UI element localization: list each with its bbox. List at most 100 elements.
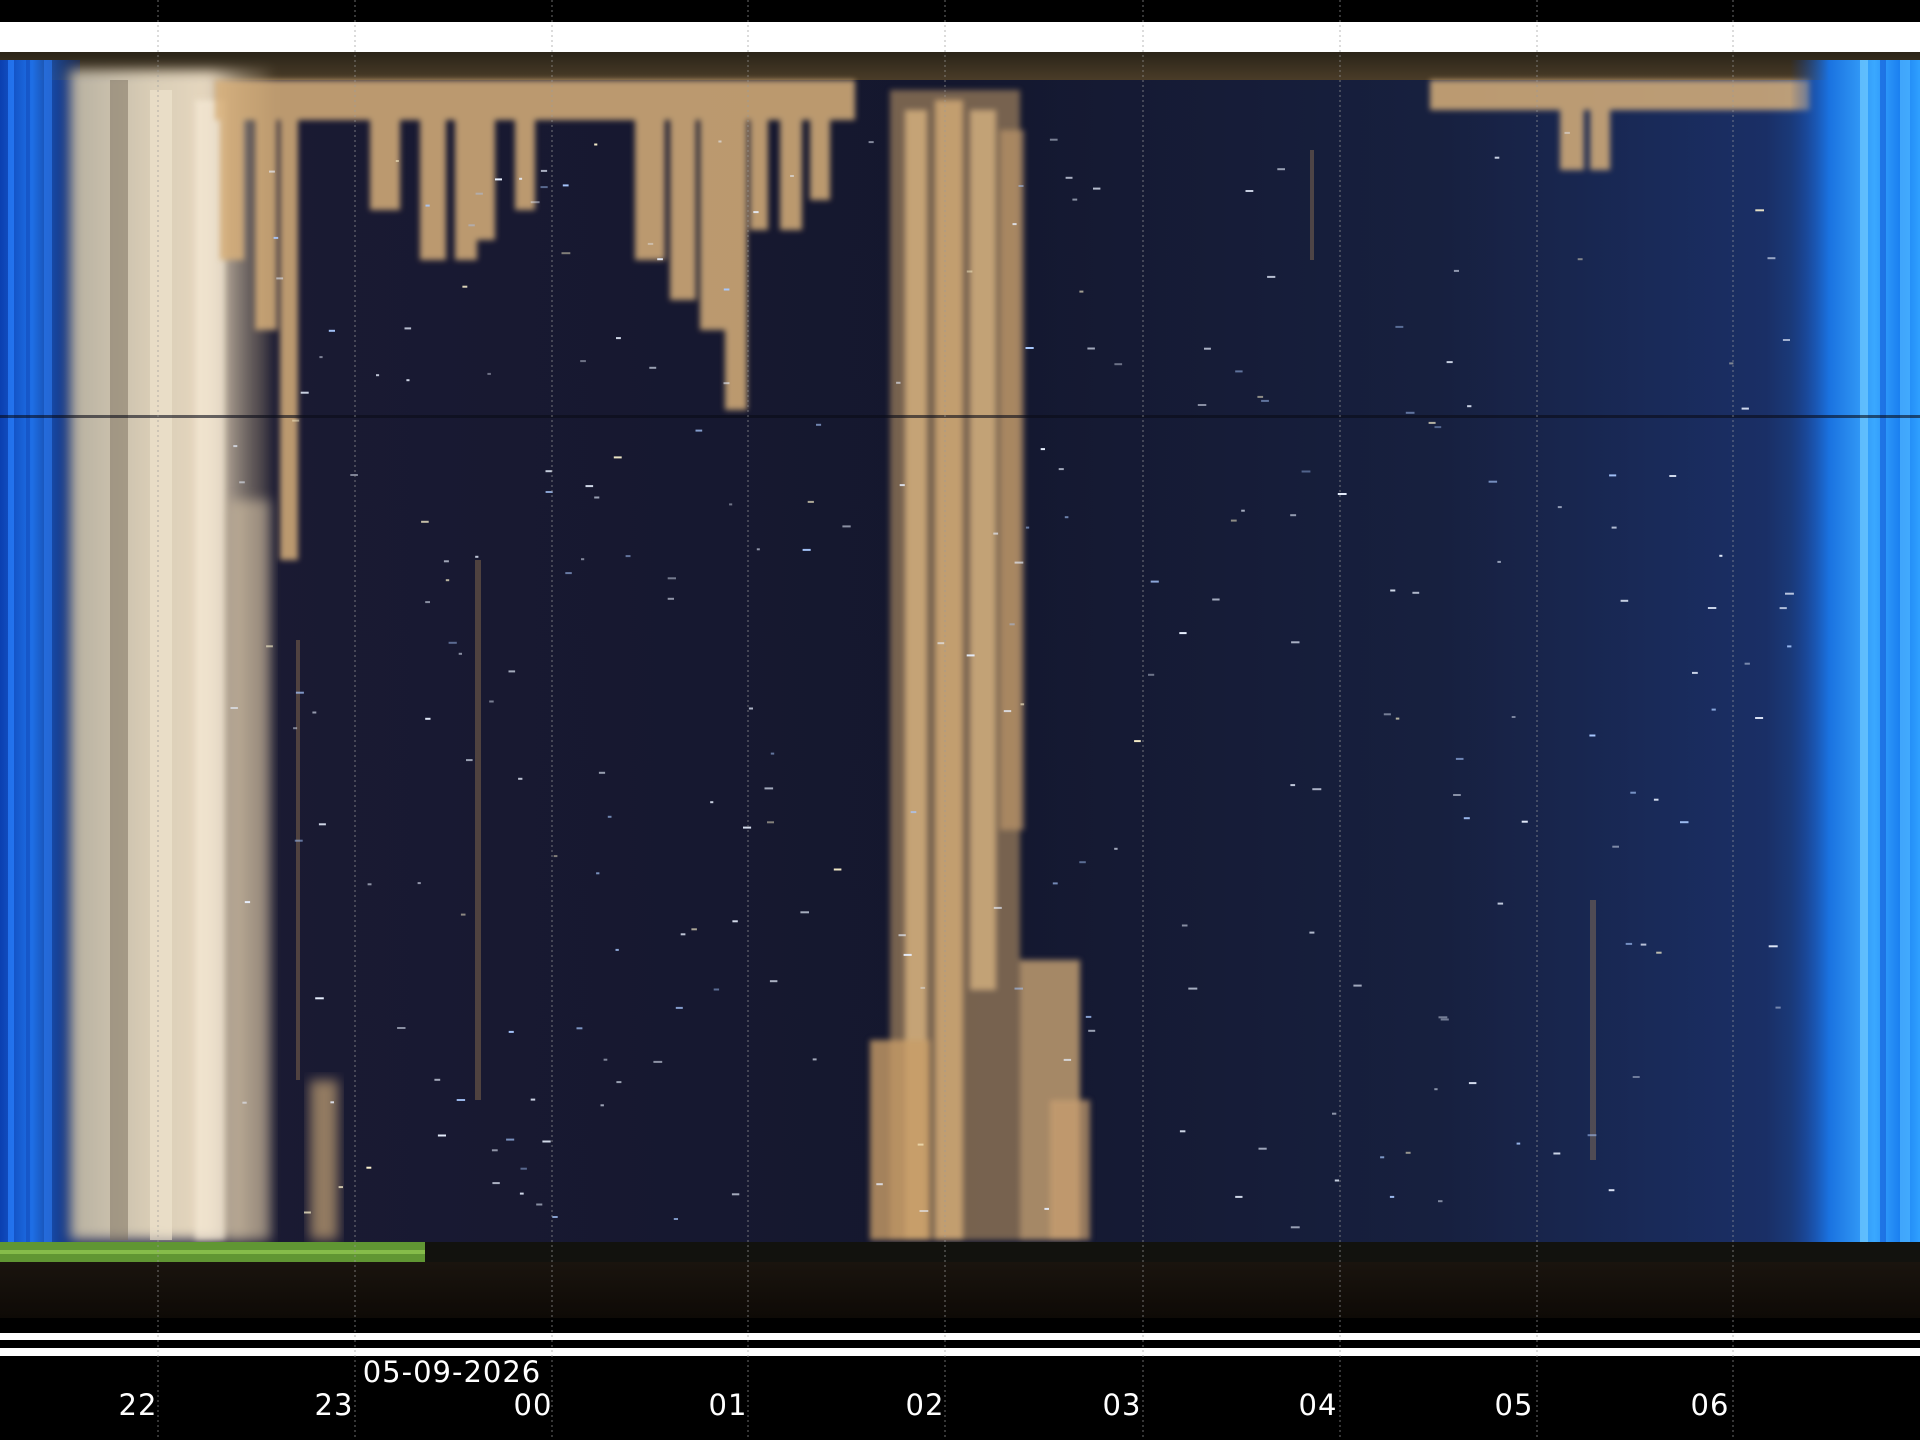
- star: [1680, 821, 1689, 824]
- star: [691, 928, 697, 931]
- star: [1521, 820, 1528, 823]
- hour-label-23: 23: [314, 1388, 354, 1422]
- star: [295, 691, 304, 694]
- star: [545, 470, 552, 473]
- star: [1025, 347, 1034, 349]
- star: [842, 525, 851, 528]
- star: [273, 236, 279, 239]
- star: [710, 801, 714, 804]
- star: [667, 597, 674, 600]
- star: [1072, 198, 1078, 201]
- star: [1179, 1130, 1186, 1133]
- hour-label-03: 03: [1102, 1388, 1142, 1422]
- star: [1079, 290, 1084, 293]
- star: [312, 711, 317, 714]
- star: [1405, 1151, 1411, 1154]
- star: [300, 391, 309, 394]
- star: [230, 707, 238, 709]
- star: [1258, 1147, 1267, 1150]
- star: [445, 579, 450, 582]
- star: [1488, 480, 1498, 483]
- star: [1150, 580, 1159, 583]
- star: [718, 140, 722, 143]
- star: [468, 224, 475, 227]
- star: [425, 717, 431, 720]
- star: [876, 1183, 883, 1186]
- star: [920, 986, 926, 989]
- star: [1025, 526, 1030, 529]
- star: [1197, 404, 1207, 406]
- star: [244, 901, 251, 904]
- star: [647, 242, 654, 245]
- star: [242, 1101, 247, 1104]
- star: [330, 1101, 334, 1104]
- star: [1440, 1018, 1449, 1021]
- star: [625, 555, 631, 558]
- hour-label-04: 04: [1298, 1388, 1338, 1422]
- star: [1049, 138, 1058, 141]
- star: [1245, 190, 1254, 192]
- star: [443, 560, 449, 563]
- star: [406, 379, 410, 382]
- star: [1412, 591, 1420, 594]
- star: [1463, 817, 1470, 820]
- star: [462, 285, 468, 288]
- star: [506, 1138, 515, 1141]
- star: [1230, 519, 1237, 522]
- star: [1494, 156, 1500, 159]
- star: [767, 821, 774, 824]
- star: [1497, 902, 1504, 905]
- star: [530, 1098, 536, 1101]
- star: [594, 143, 598, 146]
- star: [615, 948, 619, 951]
- star: [657, 258, 663, 261]
- star: [561, 252, 571, 255]
- star: [294, 839, 303, 842]
- star: [802, 548, 811, 551]
- keogram-image: [0, 0, 1920, 1440]
- star: [328, 329, 335, 332]
- star: [1468, 1082, 1477, 1085]
- star: [653, 1060, 663, 1063]
- star: [350, 474, 358, 476]
- star: [397, 1027, 406, 1029]
- star: [475, 192, 483, 195]
- star: [1383, 713, 1391, 716]
- star: [616, 337, 621, 340]
- star: [1093, 187, 1101, 190]
- star: [437, 1134, 446, 1137]
- star: [1589, 734, 1596, 737]
- star: [519, 1192, 524, 1195]
- star: [1729, 362, 1734, 365]
- star: [800, 911, 809, 914]
- star: [1181, 924, 1188, 927]
- star: [600, 1104, 604, 1107]
- star: [1446, 361, 1453, 364]
- star: [1516, 1142, 1521, 1145]
- star: [1755, 209, 1764, 212]
- star: [1380, 1156, 1385, 1159]
- star: [1587, 1134, 1597, 1137]
- star: [812, 1058, 817, 1061]
- star: [1767, 257, 1776, 260]
- star: [448, 641, 457, 644]
- star: [729, 503, 733, 506]
- star: [1434, 426, 1442, 429]
- star: [536, 1203, 543, 1206]
- star: [770, 752, 775, 755]
- star: [487, 372, 491, 375]
- hour-label-02: 02: [905, 1388, 945, 1422]
- star: [1620, 599, 1629, 602]
- star: [458, 652, 462, 655]
- star: [1438, 1016, 1448, 1019]
- star: [425, 601, 430, 604]
- star: [1290, 784, 1296, 787]
- star: [518, 777, 523, 780]
- star: [540, 186, 548, 189]
- star: [1557, 506, 1562, 509]
- star: [675, 1006, 683, 1009]
- star: [807, 500, 814, 503]
- star: [1114, 847, 1118, 850]
- star: [1257, 395, 1264, 398]
- star: [1044, 1207, 1049, 1210]
